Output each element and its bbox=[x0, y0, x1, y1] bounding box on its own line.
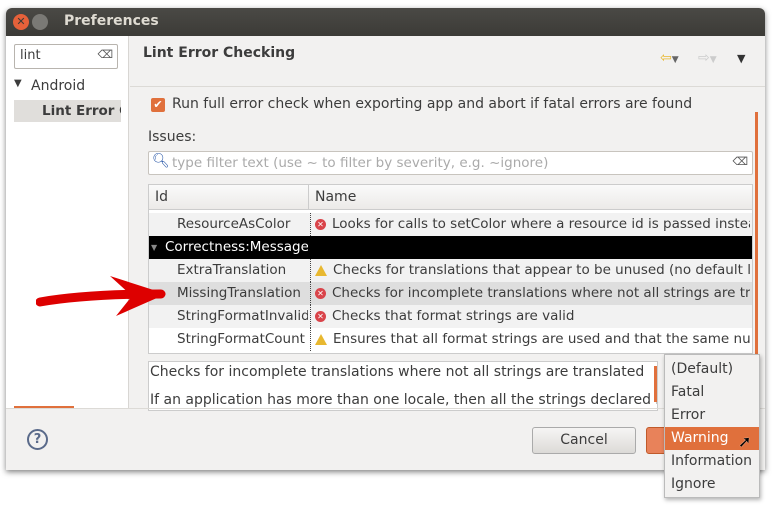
tree-item-lint-error-checking[interactable]: Lint Error Checking bbox=[14, 100, 121, 122]
category-label: Correctness:Messages bbox=[165, 239, 308, 255]
table-row-selected[interactable]: MissingTranslation ✕ Checks for incomplete… bbox=[149, 282, 752, 305]
back-icon[interactable]: ⇦▼ bbox=[660, 50, 679, 66]
filter-placeholder: type filter text (use ~ to filter by sev… bbox=[172, 155, 549, 171]
mouse-cursor-icon: ➚ bbox=[738, 432, 752, 451]
column-name[interactable]: Name bbox=[308, 185, 362, 210]
error-icon: ✕ bbox=[315, 218, 326, 230]
row-id: ExtraTranslation bbox=[177, 262, 287, 278]
cancel-button[interactable]: Cancel bbox=[532, 427, 636, 454]
search-icon: 🔍︎ bbox=[152, 153, 170, 169]
expand-triangle-icon[interactable]: ▼ bbox=[151, 236, 157, 259]
warning-icon bbox=[315, 333, 327, 345]
maximize-icon[interactable] bbox=[32, 14, 48, 30]
description-scrollbar[interactable] bbox=[654, 366, 657, 402]
row-id: StringFormatInvalid bbox=[177, 308, 308, 324]
table-row[interactable]: ResourceAsColor ✕ Looks for calls to setCo… bbox=[149, 213, 752, 236]
window-title: Preferences bbox=[64, 13, 159, 29]
search-value: lint bbox=[20, 48, 41, 63]
row-name: Checks for translations that appear to b… bbox=[333, 262, 750, 278]
table-row[interactable]: StringFormatCount Ensures that all format… bbox=[149, 328, 752, 351]
filter-input[interactable]: 🔍︎ type filter text (use ~ to filter by … bbox=[148, 151, 753, 175]
table-header: Id Name bbox=[149, 185, 752, 210]
issues-label: Issues: bbox=[148, 129, 197, 145]
row-id: StringFormatCount bbox=[177, 331, 305, 347]
clear-icon[interactable]: ⌫ bbox=[97, 48, 113, 61]
footer: ? Cancel bbox=[6, 408, 765, 470]
preferences-window: ✕ Preferences lint ⌫ ▼ Android Lint Erro… bbox=[6, 8, 765, 470]
tree-item-android[interactable]: Android bbox=[31, 78, 85, 94]
description-line: Checks for incomplete translations where… bbox=[150, 364, 645, 380]
menu-item-error[interactable]: Error bbox=[665, 404, 759, 427]
issues-table: Id Name ResourceAsColor ✕ Looks for calls … bbox=[148, 184, 753, 354]
warning-icon bbox=[315, 264, 327, 276]
forward-icon[interactable]: ⇨▼ bbox=[698, 50, 717, 66]
close-icon[interactable]: ✕ bbox=[13, 14, 29, 30]
menu-item-fatal[interactable]: Fatal bbox=[665, 381, 759, 404]
row-id: ResourceAsColor bbox=[177, 216, 291, 232]
help-icon[interactable]: ? bbox=[27, 429, 48, 450]
menu-item-default[interactable]: (Default) bbox=[665, 358, 759, 381]
divider bbox=[130, 86, 765, 87]
row-name: Looks for calls to setColor where a reso… bbox=[332, 216, 750, 232]
menu-item-information[interactable]: Information bbox=[665, 450, 759, 473]
table-row[interactable]: ExtraTranslation Checks for translations … bbox=[149, 259, 752, 282]
title-bar: ✕ Preferences bbox=[6, 8, 765, 36]
row-name: Checks for incomplete translations where… bbox=[332, 285, 750, 301]
table-row[interactable]: StringFormatInvalid ✕ Checks that format s… bbox=[149, 305, 752, 328]
sidebar-search-input[interactable]: lint ⌫ bbox=[14, 44, 118, 69]
full-check-label: Run full error check when exporting app … bbox=[172, 96, 693, 112]
expand-triangle-icon[interactable]: ▼ bbox=[14, 78, 22, 89]
full-check-checkbox[interactable]: ✔ bbox=[151, 98, 165, 112]
red-arrow-annotation bbox=[36, 276, 166, 316]
view-menu-icon[interactable]: ▼ bbox=[737, 52, 745, 65]
column-id[interactable]: Id bbox=[155, 189, 168, 205]
description-box: Checks for incomplete translations where… bbox=[148, 361, 658, 411]
page-title: Lint Error Checking bbox=[143, 45, 296, 61]
row-name: Checks that format strings are valid bbox=[332, 308, 575, 324]
description-line: If an application has more than one loca… bbox=[150, 392, 658, 408]
category-row[interactable]: ▼ Correctness:Messages bbox=[149, 236, 752, 259]
error-icon: ✕ bbox=[315, 287, 326, 299]
row-id: MissingTranslation bbox=[177, 285, 301, 301]
menu-item-ignore[interactable]: Ignore bbox=[665, 473, 759, 496]
severity-dropdown-menu: (Default) Fatal Error Warning Informatio… bbox=[664, 354, 760, 498]
row-name: Ensures that all format strings are used… bbox=[333, 331, 750, 347]
clear-icon[interactable]: ⌫ bbox=[732, 155, 748, 168]
error-icon: ✕ bbox=[315, 310, 326, 322]
main-panel: Lint Error Checking ⇦▼ ⇨▼ ▼ ✔ Run full e… bbox=[130, 36, 765, 411]
sidebar: lint ⌫ ▼ Android Lint Error Checking bbox=[6, 36, 129, 409]
